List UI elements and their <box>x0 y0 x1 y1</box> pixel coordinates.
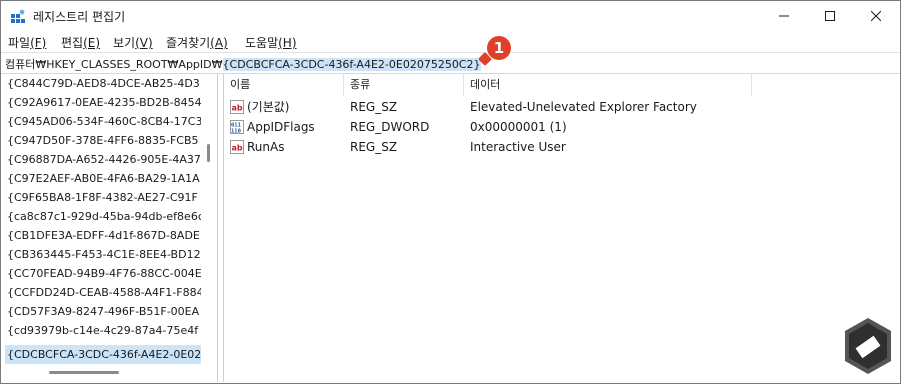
window-title: 레지스트리 편집기 <box>33 10 126 24</box>
menu-favorites[interactable]: 즐겨찾기(A) <box>166 34 228 51</box>
menu-help-hotkey: (H) <box>278 36 297 50</box>
tree-item[interactable]: {C9F65BA8-1F8F-4382-AE27-C91F <box>5 188 201 207</box>
reg-sz-icon: ab <box>230 100 244 114</box>
menu-edit-hotkey: (E) <box>83 36 101 50</box>
tree-item[interactable]: {CCFDD24D-CEAB-4588-A4F1-F884 <box>5 283 201 302</box>
menu-favorites-label: 즐겨찾기 <box>166 36 211 50</box>
tree-item[interactable]: {cd93979b-c14e-4c29-87a4-75e4f <box>5 321 201 340</box>
minimize-button[interactable] <box>761 1 807 31</box>
menu-favorites-hotkey: (A) <box>210 36 228 50</box>
column-header-name[interactable]: 이름 <box>224 74 344 96</box>
address-prefix: 컴퓨터₩HKEY_CLASSES_ROOT₩AppID₩ <box>5 58 223 71</box>
tree-item[interactable]: {C92A9617-0EAE-4235-BD2B-8454 <box>5 93 201 112</box>
menu-file-label: 파일 <box>8 36 31 50</box>
svg-text:ab: ab <box>232 104 243 113</box>
maximize-icon <box>825 11 835 21</box>
tree-item[interactable]: {CB1DFE3A-EDFF-4d1f-867D-8ADE <box>5 226 201 245</box>
reg-dword-icon: 011 110 <box>230 120 244 134</box>
tree-item[interactable]: {C97E2AEF-AB0E-4FA6-BA29-1A1A <box>5 169 201 188</box>
close-icon <box>871 11 881 21</box>
tree-item[interactable]: {CD57F3A9-8247-496F-B51F-00EA <box>5 302 201 321</box>
menu-bar: 파일(F) 편집(E) 보기(V) 즐겨찾기(A) 도움말(H) <box>1 31 900 51</box>
tree-item[interactable]: {C945AD06-534F-460C-8CB4-17C3 <box>5 112 201 131</box>
registry-app-icon <box>11 9 25 23</box>
minimize-icon <box>779 15 789 17</box>
tree-item-selected[interactable]: {CDCBCFCA-3CDC-436f-A4E2-0E02 <box>5 345 201 364</box>
menu-edit[interactable]: 편집(E) <box>61 34 100 51</box>
watermark-logo <box>845 318 891 374</box>
maximize-button[interactable] <box>807 1 853 31</box>
value-data: 0x00000001 (1) <box>470 120 567 134</box>
tree-item[interactable]: {C844C79D-AED8-4DCE-AB25-4D3 <box>5 74 201 93</box>
registry-editor-window: 레지스트리 편집기 파일(F) 편집(E) 보기(V) 즐겨찾기(A) 도움말(… <box>0 0 901 384</box>
menu-view[interactable]: 보기(V) <box>113 34 153 51</box>
column-header-type[interactable]: 종류 <box>344 74 464 96</box>
tree-horizontal-scrollbar[interactable] <box>49 371 119 374</box>
tree-item[interactable]: {C96887DA-A652-4426-905E-4A37 <box>5 150 201 169</box>
tree-item[interactable]: {CB363445-F453-4C1E-8EE4-BD12 <box>5 245 201 264</box>
value-data: Interactive User <box>470 140 566 154</box>
close-button[interactable] <box>853 1 899 31</box>
menu-edit-label: 편집 <box>61 36 84 50</box>
value-name[interactable]: (기본값) <box>247 97 289 117</box>
menu-file-hotkey: (F) <box>30 36 47 50</box>
menu-help[interactable]: 도움말(H) <box>245 34 297 51</box>
address-bar[interactable]: 컴퓨터₩HKEY_CLASSES_ROOT₩AppID₩{CDCBCFCA-3C… <box>1 52 900 74</box>
value-name[interactable]: AppIDFlags <box>247 117 315 137</box>
value-data: Elevated-Unelevated Explorer Factory <box>470 100 697 114</box>
value-type: REG_DWORD <box>350 120 430 134</box>
svg-text:ab: ab <box>232 144 243 153</box>
value-type: REG_SZ <box>350 100 398 114</box>
reg-sz-icon: ab <box>230 140 244 154</box>
tree-item[interactable]: {C947D50F-378E-4FF6-8835-FCB5 <box>5 131 201 150</box>
annotation-badge: 1 <box>487 36 511 60</box>
column-header-data[interactable]: 데이터 <box>464 74 752 96</box>
menu-view-hotkey: (V) <box>135 36 153 50</box>
key-tree[interactable]: {C844C79D-AED8-4DCE-AB25-4D3 {C92A9617-0… <box>3 74 218 382</box>
values-list[interactable]: 이름 종류 데이터 ab (기본값) REG_SZ Elevated-Unele… <box>223 74 900 382</box>
tree-vertical-scrollbar[interactable] <box>207 144 210 162</box>
tree-item[interactable]: {CC70FEAD-94B9-4F76-88CC-004E <box>5 264 201 283</box>
value-type: REG_SZ <box>350 140 398 154</box>
address-path[interactable]: 컴퓨터₩HKEY_CLASSES_ROOT₩AppID₩{CDCBCFCA-3C… <box>5 56 481 72</box>
address-selected-key: {CDCBCFCA-3CDC-436f-A4E2-0E02075250C2} <box>222 58 481 71</box>
svg-text:110: 110 <box>231 129 241 135</box>
title-bar[interactable]: 레지스트리 편집기 <box>1 1 900 31</box>
menu-file[interactable]: 파일(F) <box>8 34 46 51</box>
menu-view-label: 보기 <box>113 36 136 50</box>
menu-help-label: 도움말 <box>245 36 279 50</box>
tree-item[interactable]: {ca8c87c1-929d-45ba-94db-ef8e6c <box>5 207 201 226</box>
value-name[interactable]: RunAs <box>247 137 284 157</box>
